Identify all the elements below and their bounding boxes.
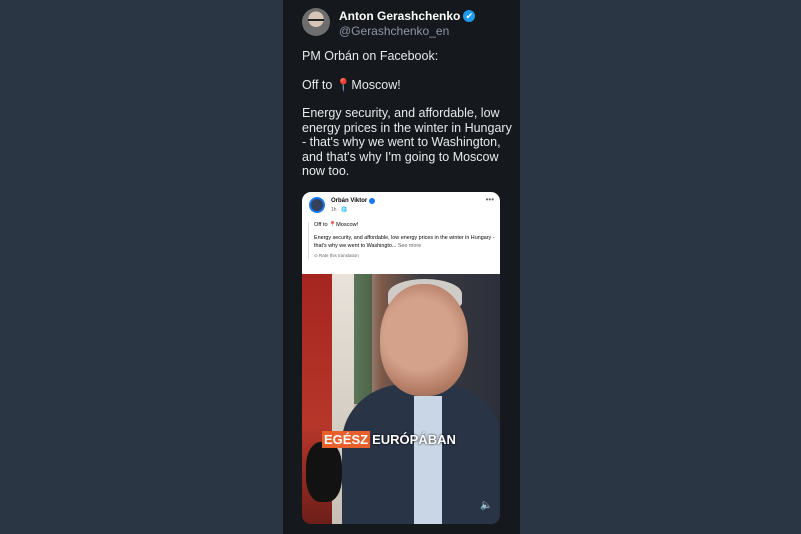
tweet-line-2-prefix: Off to	[302, 77, 336, 92]
facebook-author-row: Orbán Viktor	[331, 198, 376, 204]
facebook-avatar	[309, 197, 325, 213]
tweet-text: PM Orbán on Facebook: Off to 📍Moscow! En…	[302, 49, 512, 193]
facebook-verified-icon	[369, 198, 376, 204]
caption-text: EURÓPÁBAN	[372, 432, 456, 447]
see-more-link: See more	[397, 243, 422, 249]
author-name-row[interactable]: Anton Gerashchenko ✔	[339, 9, 476, 23]
tweet-card[interactable]: Anton Gerashchenko ✔ @Gerashchenko_en PM…	[283, 0, 520, 534]
speaker-head	[380, 284, 468, 396]
flag-green-band	[354, 274, 372, 404]
tweet-line-2-suffix: Moscow!	[351, 77, 401, 92]
facebook-line-1-prefix: Off to	[314, 222, 330, 228]
verified-icon: ✔	[463, 10, 476, 22]
more-options-icon: •••	[485, 195, 494, 204]
facebook-post-body: Off to 📍Moscow! Energy security, and aff…	[308, 222, 499, 259]
facebook-author-name: Orbán Viktor	[331, 198, 368, 204]
author-handle[interactable]: @Gerashchenko_en	[339, 24, 449, 38]
facebook-line-1-suffix: Moscow!	[336, 222, 359, 228]
speaker-shirt	[414, 396, 442, 524]
author-name[interactable]: Anton Gerashchenko	[339, 9, 460, 23]
tweet-line-1: PM Orbán on Facebook:	[302, 49, 439, 63]
video-caption: EGÉSZ EURÓPÁBAN	[322, 431, 458, 448]
attached-media[interactable]: Orbán Viktor 1h · 🌐 ••• Off to 📍Moscow! …	[302, 192, 500, 524]
microphone	[306, 442, 342, 502]
mute-icon[interactable]: 🔈	[480, 500, 494, 512]
facebook-line-2: Energy security, and affordable, low ene…	[314, 234, 499, 250]
facebook-screenshot: Orbán Viktor 1h · 🌐 ••• Off to 📍Moscow! …	[302, 192, 500, 274]
avatar-glasses	[308, 19, 324, 25]
video-frame[interactable]: EGÉSZ EURÓPÁBAN 🔈	[302, 274, 500, 524]
facebook-line-1: Off to 📍Moscow!	[314, 222, 499, 228]
author-avatar[interactable]	[302, 8, 330, 36]
tweet-line-2: Off to 📍Moscow!	[302, 78, 512, 93]
caption-highlight: EGÉSZ	[322, 431, 371, 448]
pin-icon: 📍	[335, 77, 352, 92]
facebook-meta: 1h · 🌐	[331, 207, 348, 213]
rate-translation-text: ⊙ Rate this translation	[314, 253, 359, 258]
tweet-line-3: Energy security, and affordable, low ene…	[302, 106, 512, 178]
